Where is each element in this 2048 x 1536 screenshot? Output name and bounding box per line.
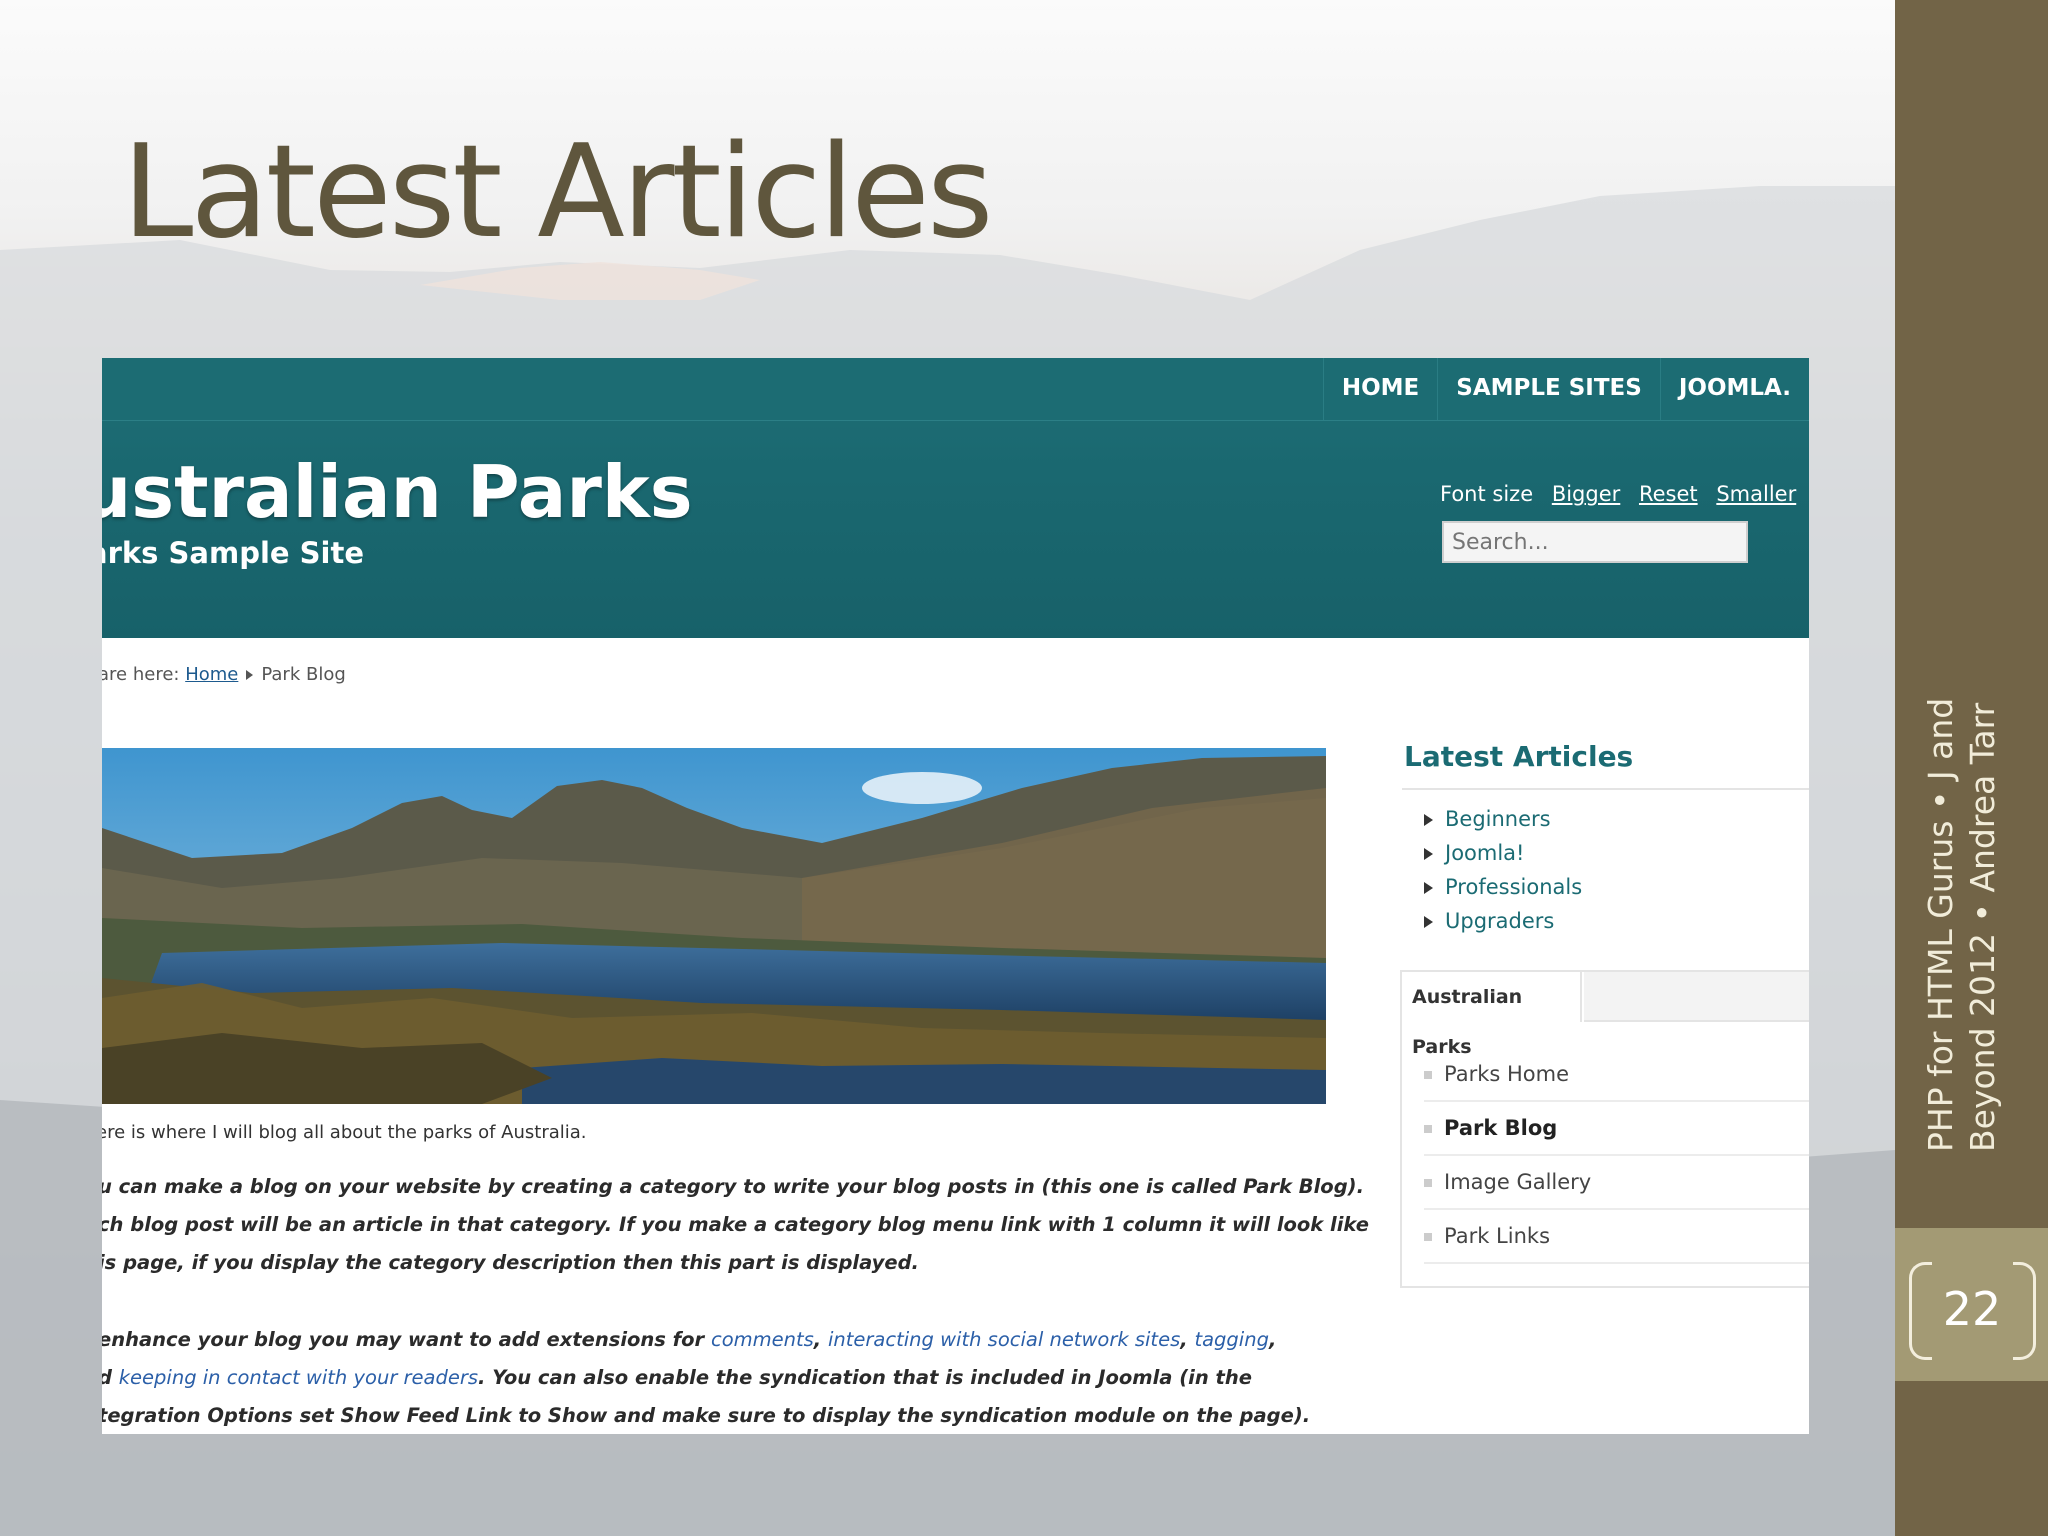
font-bigger-link[interactable]: Bigger (1552, 482, 1620, 506)
para2-sep-3: , (1268, 1328, 1277, 1351)
menu-label: Park Blog (1444, 1116, 1558, 1140)
triangle-right-icon (1424, 848, 1433, 860)
breadcrumb-prefix: are here: (102, 664, 180, 685)
latest-articles-divider (1402, 788, 1809, 790)
para1-line-1: u can make a blog on your website by cre… (102, 1175, 1364, 1198)
article-label: Beginners (1445, 807, 1551, 831)
bullet-square-icon (1424, 1233, 1432, 1241)
page-number: 22 (1942, 1282, 2002, 1336)
comments-link[interactable]: comments (711, 1328, 814, 1351)
parks-menu-item-gallery[interactable]: Image Gallery (1424, 1156, 1809, 1210)
bullet-square-icon (1424, 1071, 1432, 1079)
nav-home[interactable]: HOME (1322, 358, 1437, 420)
breadcrumb-current: Park Blog (261, 664, 346, 685)
lake-mountain-photo (102, 748, 1326, 1104)
top-nav: HOME SAMPLE SITES JOOMLA. (1322, 358, 1809, 420)
font-reset-link[interactable]: Reset (1639, 482, 1698, 506)
latest-articles-heading: Latest Articles (1404, 740, 1634, 773)
para2-sep-2: , (1180, 1328, 1195, 1351)
para2-line-3: tegration Options set Show Feed Link to … (102, 1404, 1311, 1427)
footer-line-1: PHP for HTML Gurus • J and (1921, 697, 1960, 1152)
parks-menu-tab[interactable]: Australian Parks (1402, 972, 1582, 1058)
latest-article-item[interactable]: Joomla! (1424, 836, 1582, 870)
bracket-left-icon (1909, 1262, 1932, 1360)
parks-menu-tabbar (1584, 972, 1809, 1022)
para2-sep-1: , (813, 1328, 828, 1351)
breadcrumb-home-link[interactable]: Home (185, 664, 238, 685)
font-size-label: Font size (1440, 482, 1534, 506)
parks-menu-item-home[interactable]: Parks Home (1424, 1048, 1809, 1102)
menu-label: Park Links (1444, 1224, 1551, 1248)
slide-title: Latest Articles (122, 118, 994, 267)
slide-footer-text: PHP for HTML Gurus • J and Beyond 2012 •… (1920, 697, 2004, 1152)
triangle-right-icon (1424, 814, 1433, 826)
keeping-in-contact-link[interactable]: keeping in contact with your readers (119, 1366, 478, 1389)
triangle-right-icon (1424, 916, 1433, 928)
para1-line-2: ch blog post will be an article in that … (102, 1213, 1369, 1236)
parks-menu-item-blog[interactable]: Park Blog (1424, 1102, 1809, 1156)
search-input[interactable] (1442, 521, 1748, 563)
website-screenshot: HOME SAMPLE SITES JOOMLA. ustralian Park… (102, 358, 1809, 1434)
bracket-right-icon (2013, 1262, 2036, 1360)
menu-label: Image Gallery (1444, 1170, 1592, 1194)
footer-line-2: Beyond 2012 • Andrea Tarr (1963, 702, 2002, 1152)
menu-label: Parks Home (1444, 1062, 1570, 1086)
tagging-link[interactable]: tagging (1194, 1328, 1269, 1351)
para2-line-1: enhance your blog you may want to add ex… (102, 1321, 1310, 1359)
article-label: Professionals (1445, 875, 1583, 899)
article-label: Upgraders (1445, 909, 1555, 933)
site-header: HOME SAMPLE SITES JOOMLA. ustralian Park… (102, 358, 1809, 638)
site-title[interactable]: ustralian Parks (102, 450, 693, 534)
para2-text-1: enhance your blog you may want to add ex… (102, 1328, 711, 1351)
latest-article-item[interactable]: Professionals (1424, 870, 1582, 904)
bullet-square-icon (1424, 1179, 1432, 1187)
para2-line-2: d keeping in contact with your readers. … (102, 1359, 1310, 1397)
triangle-right-icon (1424, 882, 1433, 894)
latest-article-item[interactable]: Beginners (1424, 802, 1582, 836)
para2-text-3: . You can also enable the syndication th… (478, 1366, 1252, 1389)
blog-description-paragraph: u can make a blog on your website by cre… (102, 1168, 1369, 1282)
bullet-square-icon (1424, 1125, 1432, 1133)
latest-article-item[interactable]: Upgraders (1424, 904, 1582, 938)
site-subtitle: arks Sample Site (102, 536, 365, 570)
latest-articles-list: Beginners Joomla! Professionals Upgrader… (1424, 802, 1582, 938)
parks-menu-item-links[interactable]: Park Links (1424, 1210, 1809, 1264)
breadcrumb-arrow-icon (246, 670, 254, 680)
nav-sample-sites[interactable]: SAMPLE SITES (1437, 358, 1660, 420)
para2-text-2: d (102, 1366, 119, 1389)
breadcrumb: are here: Home Park Blog (102, 664, 346, 685)
nav-joomla[interactable]: JOOMLA. (1659, 358, 1809, 420)
blog-intro-text: ere is where I will blog all about the p… (102, 1122, 587, 1143)
parks-menu-list: Parks Home Park Blog Image Gallery Park … (1424, 1048, 1809, 1264)
social-network-link[interactable]: interacting with social network sites (828, 1328, 1180, 1351)
font-smaller-link[interactable]: Smaller (1716, 482, 1796, 506)
font-size-controls: Font size Bigger Reset Smaller (1440, 482, 1796, 506)
article-label: Joomla! (1445, 841, 1525, 865)
blog-extensions-paragraph: enhance your blog you may want to add ex… (102, 1321, 1310, 1434)
para1-line-3: is page, if you display the category des… (102, 1251, 919, 1274)
